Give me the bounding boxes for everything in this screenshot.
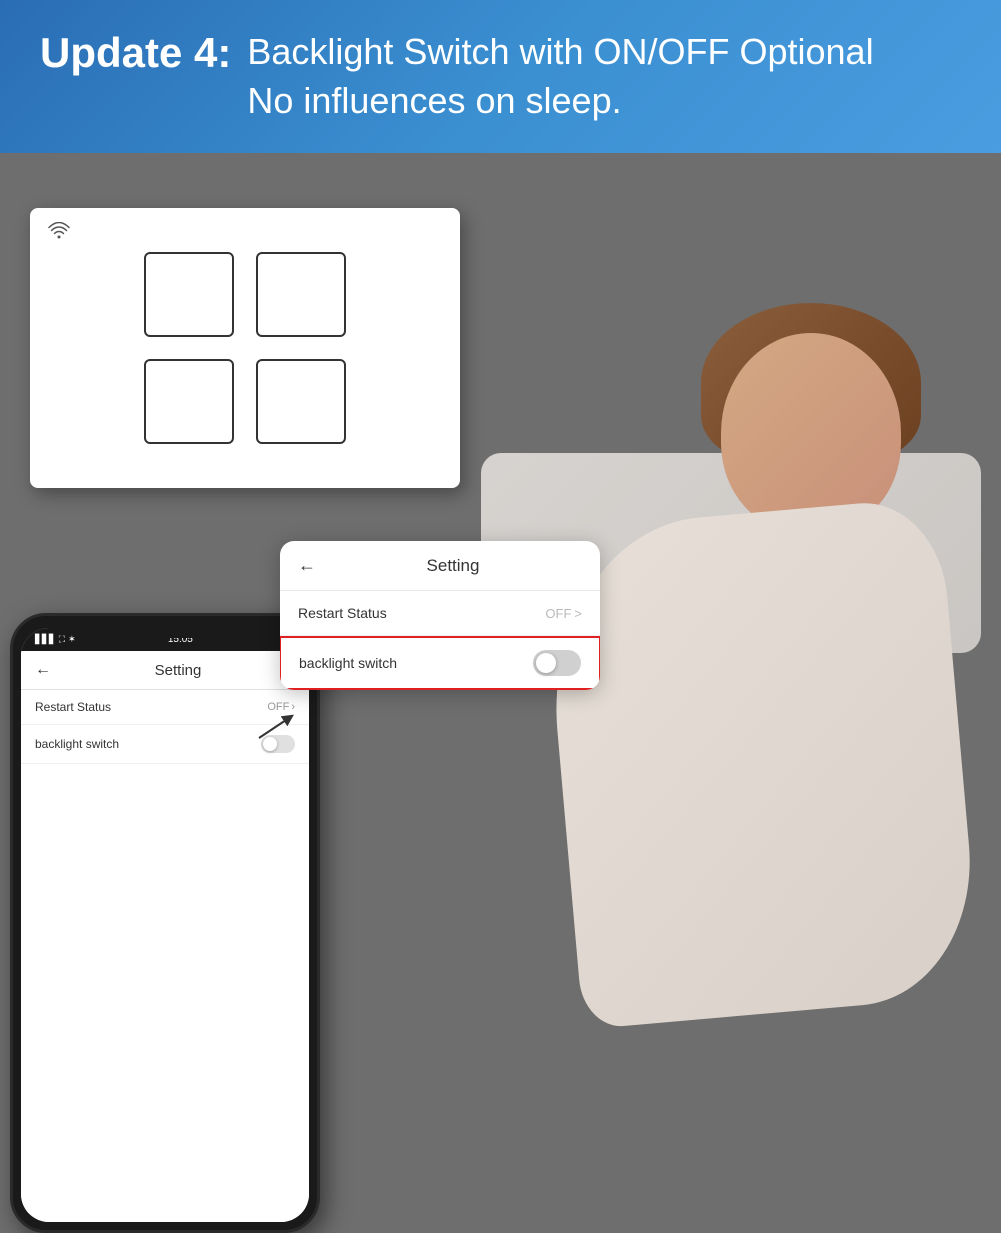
header-line1: Backlight Switch with ON/OFF Optional	[247, 28, 873, 77]
phone-signal-icons: ▋▋▋ ⛶ ✶	[35, 634, 76, 645]
popup-backlight-row[interactable]: backlight switch	[280, 636, 600, 690]
phone-restart-value: OFF ›	[267, 701, 295, 713]
smart-switch-device	[30, 208, 460, 488]
phone-back-button[interactable]: ←	[35, 661, 51, 679]
popup-restart-row[interactable]: Restart Status OFF >	[280, 591, 600, 636]
wifi-status-icon: ⛶	[59, 634, 65, 645]
switch-buttons-grid	[144, 252, 346, 444]
bluetooth-icon: ✶	[68, 634, 76, 645]
chevron-icon: ›	[291, 701, 295, 713]
phone-app-header: ← Setting	[21, 651, 309, 690]
popup-title: Setting	[324, 556, 582, 576]
woman-body	[540, 497, 981, 1030]
wifi-icon	[48, 222, 70, 245]
switch-button-3[interactable]	[144, 359, 234, 444]
popup-header: ← Setting	[280, 541, 600, 591]
connector-arrow	[254, 713, 294, 733]
popup-restart-value: OFF >	[545, 606, 582, 621]
header-line2: No influences on sleep.	[247, 77, 873, 126]
switch-button-1[interactable]	[144, 252, 234, 337]
phone-notch	[125, 628, 205, 638]
phone-restart-label: Restart Status	[35, 700, 111, 714]
phone-app-title: Setting	[61, 662, 295, 679]
setting-popup: ← Setting Restart Status OFF > backlight…	[280, 541, 600, 690]
switch-button-4[interactable]	[256, 359, 346, 444]
main-content: ▋▋▋ ⛶ ✶ 15:05 ▮▮ ← Setting Restart Statu…	[0, 153, 1001, 1233]
phone-mockup: ▋▋▋ ⛶ ✶ 15:05 ▮▮ ← Setting Restart Statu…	[10, 613, 320, 1233]
woman-decoration	[481, 253, 981, 1153]
phone-backlight-label: backlight switch	[35, 737, 119, 751]
update-label: Update 4:	[40, 28, 231, 78]
popup-chevron-icon: >	[574, 606, 582, 621]
header: Update 4: Backlight Switch with ON/OFF O…	[0, 0, 1001, 153]
switch-button-2[interactable]	[256, 252, 346, 337]
signal-bars-icon: ▋▋▋	[35, 634, 56, 645]
popup-restart-label: Restart Status	[298, 605, 387, 621]
popup-backlight-label: backlight switch	[299, 655, 397, 671]
popup-back-button[interactable]: ←	[298, 555, 316, 576]
popup-backlight-toggle[interactable]	[533, 650, 581, 676]
header-text-block: Backlight Switch with ON/OFF Optional No…	[247, 28, 873, 125]
